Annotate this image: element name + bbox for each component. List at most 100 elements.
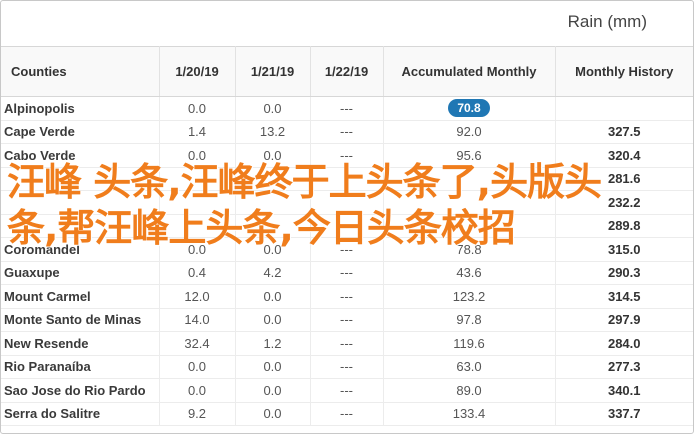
day2-cell: 4.2 [235,261,311,285]
day1-cell [159,190,236,215]
day1-cell: 0.0 [159,96,236,121]
table-row: 289.8 [1,214,693,238]
day2-cell [235,214,311,238]
accumulated-cell: 89.0 [383,378,556,403]
county-cell: Monte Santo de Minas [1,308,160,332]
county-cell: Guaxupe [1,261,160,285]
county-cell [1,214,160,238]
county-cell: New Resende [1,331,160,356]
table-row: Cabo Verde 0.0 0.0 --- 95.6 320.4 [1,143,693,168]
history-cell: 337.7 [555,402,693,426]
table-row: Guaxupe 0.4 4.2 --- 43.6 290.3 [1,261,693,285]
column-header-history[interactable]: Monthly History [555,46,693,97]
county-cell: Coromandel [1,237,160,262]
column-header-counties[interactable]: Counties [1,46,160,97]
day3-cell: --- [310,378,384,403]
day2-cell: 1.2 [235,331,311,356]
day3-cell: --- [310,237,384,262]
county-cell: Serra do Salitre [1,402,160,426]
accumulated-cell: 63.0 [383,355,556,379]
column-header-date-3[interactable]: 1/22/19 [310,46,384,97]
accumulated-cell: 92.0 [383,120,556,144]
history-cell: 289.8 [555,214,693,238]
table-header-row: Counties 1/20/19 1/21/19 1/22/19 Accumul… [1,46,693,97]
table-row: Alpinopolis 0.0 0.0 --- 70.8 [1,96,693,121]
day1-cell: 0.0 [159,237,236,262]
county-cell: Mount Carmel [1,284,160,309]
day3-cell [310,167,384,191]
column-header-accumulated[interactable]: Accumulated Monthly [383,46,556,97]
history-cell: 315.0 [555,237,693,262]
table-row: 232.2 [1,190,693,215]
panel-title: Rain (mm) [567,12,647,31]
day3-cell: --- [310,331,384,356]
history-cell: 327.5 [555,120,693,144]
day1-cell: 12.0 [159,284,236,309]
table-row: 281.6 [1,167,693,191]
day2-cell: 0.0 [235,237,311,262]
accumulated-cell: 123.2 [383,284,556,309]
accumulated-cell [383,167,556,191]
day1-cell: 9.2 [159,402,236,426]
history-cell: 297.9 [555,308,693,332]
day3-cell [310,190,384,215]
accumulated-badge: 70.8 [448,99,490,118]
day2-cell: 0.0 [235,355,311,379]
day1-cell: 32.4 [159,331,236,356]
county-cell [1,190,160,215]
day3-cell: --- [310,143,384,168]
day3-cell: --- [310,355,384,379]
table-row: Serra do Salitre 9.2 0.0 --- 133.4 337.7 [1,402,693,426]
county-cell: Sao Jose do Rio Pardo [1,378,160,403]
day3-cell: --- [310,261,384,285]
day2-cell: 0.0 [235,96,311,121]
day3-cell: --- [310,120,384,144]
day2-cell: 0.0 [235,308,311,332]
column-header-date-1[interactable]: 1/20/19 [159,46,236,97]
table-row: Rio Paranaíba 0.0 0.0 --- 63.0 277.3 [1,355,693,379]
history-cell: 277.3 [555,355,693,379]
table-row: Cape Verde 1.4 13.2 --- 92.0 327.5 [1,120,693,144]
county-cell: Alpinopolis [1,96,160,121]
history-cell: 320.4 [555,143,693,168]
history-cell: 340.1 [555,378,693,403]
day3-cell: --- [310,284,384,309]
table-row: New Resende 32.4 1.2 --- 119.6 284.0 [1,331,693,356]
day1-cell: 0.0 [159,378,236,403]
accumulated-cell: 97.8 [383,308,556,332]
history-cell: 281.6 [555,167,693,191]
table-row: Coromandel 0.0 0.0 --- 78.8 315.0 [1,237,693,262]
day3-cell [310,214,384,238]
rain-table-panel: Rain (mm) Counties 1/20/19 1/21/19 1/22/… [0,0,694,434]
table-container: Counties 1/20/19 1/21/19 1/22/19 Accumul… [1,46,693,426]
day2-cell: 0.0 [235,378,311,403]
history-cell: 314.5 [555,284,693,309]
accumulated-cell: 119.6 [383,331,556,356]
accumulated-cell: 78.8 [383,237,556,262]
day1-cell: 0.0 [159,143,236,168]
day2-cell [235,190,311,215]
history-cell: 232.2 [555,190,693,215]
county-cell [1,167,160,191]
history-cell [555,96,693,121]
day3-cell: --- [310,308,384,332]
day3-cell: --- [310,96,384,121]
accumulated-cell [383,190,556,215]
accumulated-cell: 95.6 [383,143,556,168]
accumulated-cell: 133.4 [383,402,556,426]
day2-cell: 0.0 [235,284,311,309]
table-row: Mount Carmel 12.0 0.0 --- 123.2 314.5 [1,284,693,309]
accumulated-cell: 43.6 [383,261,556,285]
county-cell: Cabo Verde [1,143,160,168]
day1-cell: 1.4 [159,120,236,144]
history-cell: 284.0 [555,331,693,356]
day2-cell: 0.0 [235,402,311,426]
accumulated-cell [383,214,556,238]
history-cell: 290.3 [555,261,693,285]
day1-cell [159,214,236,238]
column-header-date-2[interactable]: 1/21/19 [235,46,311,97]
table-row: Monte Santo de Minas 14.0 0.0 --- 97.8 297.9 [1,308,693,332]
day2-cell: 13.2 [235,120,311,144]
day2-cell [235,167,311,191]
day1-cell: 0.0 [159,355,236,379]
